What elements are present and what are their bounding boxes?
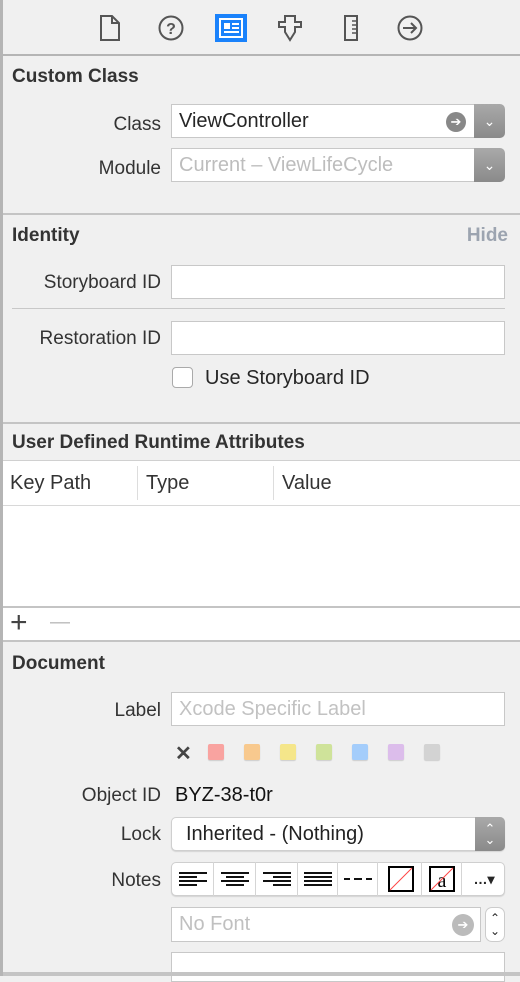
font-size-stepper[interactable]: ⌃ ⌄ <box>485 907 505 942</box>
align-right-button[interactable] <box>256 862 298 896</box>
chevron-down-icon: ⌄ <box>483 156 496 173</box>
storyboard-id-field[interactable] <box>171 265 505 299</box>
object-id-label: Object ID <box>81 785 161 806</box>
class-dropdown-button[interactable]: ⌄ <box>474 104 505 138</box>
color-swatch-yellow[interactable] <box>280 744 296 760</box>
object-id-value: BYZ-38-t0r <box>175 784 273 806</box>
identity-heading: Identity <box>12 225 80 246</box>
custom-class-heading: Custom Class <box>12 66 139 87</box>
column-value[interactable]: Value <box>282 472 332 495</box>
identity-inspector-icon[interactable] <box>215 14 247 42</box>
restoration-id-field[interactable] <box>171 321 505 355</box>
inspector-toolbar: ? <box>3 0 520 56</box>
file-inspector-icon[interactable] <box>96 14 124 42</box>
module-label: Module <box>98 158 161 179</box>
divider <box>3 213 520 215</box>
chevron-down-icon: ⌄ <box>483 112 496 129</box>
table-header: Key Path Type Value <box>3 461 520 506</box>
hide-button[interactable]: Hide <box>467 225 508 247</box>
size-inspector-icon[interactable] <box>337 14 365 42</box>
align-left-button[interactable] <box>172 862 214 896</box>
svg-text:?: ? <box>166 21 176 38</box>
go-arrow-icon[interactable]: ➔ <box>446 112 466 132</box>
color-swatch-green[interactable] <box>316 744 332 760</box>
align-natural-button[interactable] <box>338 862 378 896</box>
attributes-inspector-icon[interactable] <box>276 14 304 42</box>
runtime-attributes-heading: User Defined Runtime Attributes <box>12 432 305 453</box>
background-color-icon[interactable] <box>380 862 422 896</box>
module-dropdown-button[interactable]: ⌄ <box>474 148 505 182</box>
column-type[interactable]: Type <box>146 472 189 495</box>
runtime-attributes-table[interactable]: Key Path Type Value <box>3 460 520 607</box>
align-center-button[interactable] <box>214 862 256 896</box>
font-field[interactable]: No Font ➔ <box>171 907 481 942</box>
column-separator <box>273 466 274 500</box>
align-justify-button[interactable] <box>298 862 338 896</box>
label-placeholder: Xcode Specific Label <box>179 697 366 720</box>
connections-inspector-icon[interactable] <box>396 14 424 42</box>
color-swatch-gray[interactable] <box>424 744 440 760</box>
notes-text-area[interactable] <box>171 952 505 982</box>
font-picker-arrow-icon[interactable]: ➔ <box>452 914 474 936</box>
label-field[interactable]: Xcode Specific Label <box>171 692 505 726</box>
svg-text:a: a <box>437 870 446 892</box>
divider <box>3 422 520 424</box>
class-label: Class <box>113 114 161 135</box>
document-heading: Document <box>12 653 105 674</box>
storyboard-id-label: Storyboard ID <box>43 272 161 293</box>
font-placeholder: No Font <box>179 913 251 935</box>
use-storyboard-id-checkbox[interactable] <box>172 367 193 388</box>
clear-color-button[interactable]: ✕ <box>175 741 192 766</box>
quick-help-icon[interactable]: ? <box>157 14 185 42</box>
color-swatch-orange[interactable] <box>244 744 260 760</box>
text-color-icon[interactable]: a <box>422 862 462 896</box>
color-swatch-red[interactable] <box>208 744 224 760</box>
add-attribute-button[interactable]: + <box>10 606 28 640</box>
class-field[interactable]: ViewController ➔ <box>171 104 475 138</box>
use-storyboard-id-label[interactable]: Use Storyboard ID <box>205 367 370 390</box>
column-separator <box>137 466 138 500</box>
lock-popup[interactable]: Inherited - (Nothing) ⌃ ⌄ <box>171 817 505 851</box>
bottom-border <box>3 972 520 976</box>
color-swatch-purple[interactable] <box>388 744 404 760</box>
updown-chevron-icon: ⌃ ⌄ <box>475 817 505 851</box>
lock-label: Lock <box>120 824 161 845</box>
module-field[interactable]: Current – ViewLifeCycle <box>171 148 475 182</box>
label-label: Label <box>114 700 162 721</box>
remove-attribute-button[interactable]: — <box>50 611 70 634</box>
notes-label: Notes <box>111 870 161 891</box>
more-options-menu[interactable]: …▾ <box>464 862 504 896</box>
column-key-path[interactable]: Key Path <box>10 472 91 495</box>
module-placeholder: Current – ViewLifeCycle <box>179 153 394 176</box>
class-value: ViewController <box>179 109 309 132</box>
lock-value: Inherited - (Nothing) <box>186 823 364 845</box>
table-footer: + — <box>3 606 520 642</box>
color-swatch-blue[interactable] <box>352 744 368 760</box>
restoration-id-label: Restoration ID <box>39 328 161 349</box>
divider <box>12 308 505 309</box>
